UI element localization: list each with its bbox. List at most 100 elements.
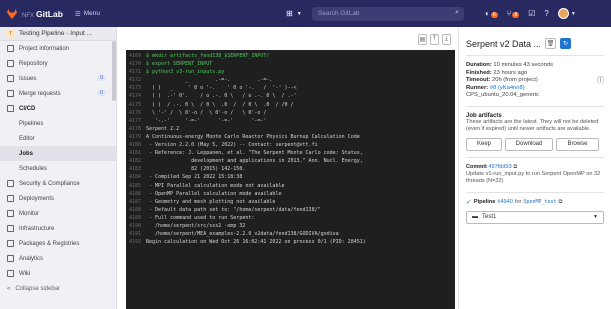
log-line: 4176 \ '-' / \ 0'-o / \ 0'-o / \ 0'-o /	[126, 109, 455, 117]
commit-message: Update v1-run_input.py to run Serpent Op…	[466, 171, 601, 185]
brand-name[interactable]: NFX GitLab	[22, 9, 63, 19]
sidebar-item-analytics[interactable]: Analytics	[0, 251, 116, 266]
main-menu-button[interactable]: ☰ Menu	[75, 10, 100, 18]
log-line-number[interactable]: 4185	[126, 182, 146, 190]
gitlab-logo-icon[interactable]	[6, 8, 18, 20]
sidebar-project-header[interactable]: T Testing Pipeline - Input ...	[0, 27, 116, 41]
issues-nav-button[interactable]: ◐ 6	[485, 9, 498, 18]
scroll-to-top-button[interactable]: ⤒	[430, 34, 439, 45]
download-raw-log-button[interactable]: ▤	[418, 34, 427, 45]
help-icon[interactable]: ⓘ	[597, 77, 604, 85]
runner-link[interactable]: #8 (yKa4nn8)	[490, 85, 525, 91]
log-line-number[interactable]: 4169	[126, 52, 146, 60]
retry-icon: ↻	[563, 41, 569, 47]
sidebar-item-security[interactable]: Security & Compliance	[0, 176, 116, 191]
sidebar-item-label: Deployments	[19, 195, 55, 202]
copy-icon[interactable]: ⧉	[513, 164, 517, 170]
sidebar-item-merge-requests[interactable]: Merge requests 0	[0, 86, 116, 101]
log-line-number[interactable]: 4191	[126, 230, 146, 238]
sidebar-item-label: Merge requests	[19, 90, 61, 97]
hamburger-icon: ☰	[74, 10, 81, 18]
pipeline-id-link[interactable]: #4940	[497, 199, 513, 206]
runner-tag: CPS_ubuntu_20.04_generic	[466, 92, 539, 98]
log-line-number[interactable]: 4184	[126, 173, 146, 181]
user-menu[interactable]: ▼	[557, 8, 576, 19]
log-line-number[interactable]: 4187	[126, 198, 146, 206]
sidebar-subitem-schedules[interactable]: Schedules	[0, 161, 116, 176]
sidebar-item-label: Infrastructure	[19, 225, 55, 232]
log-line-number[interactable]: 4179	[126, 133, 146, 141]
log-line-text: - Full command used to run Serpent:	[146, 214, 255, 221]
log-line-number[interactable]: 4182	[126, 157, 146, 165]
sidebar-item-label: Issues	[19, 75, 37, 82]
sidebar-item-packages[interactable]: Packages & Registries	[0, 236, 116, 251]
log-line-number[interactable]: 4170	[126, 60, 146, 68]
pipeline-ref-link[interactable]: OpenMP_test	[523, 199, 556, 206]
sidebar-item-infrastructure[interactable]: Infrastructure	[0, 221, 116, 236]
log-line: 4183 82 (2015) 142-150.	[126, 165, 455, 173]
log-line-number[interactable]: 4178	[126, 125, 146, 133]
log-line-text: - OpenMP Parallel calculation mode avail…	[146, 190, 282, 197]
finished-row: Finished: 23 hours ago	[466, 70, 604, 78]
log-line: 4189 - Full command used to run Serpent:	[126, 214, 455, 222]
todo-icon[interactable]: ☑	[528, 9, 535, 18]
sidebar-item-monitor[interactable]: Monitor	[0, 206, 116, 221]
log-line-number[interactable]: 4192	[126, 238, 146, 246]
log-line-number[interactable]: 4176	[126, 109, 146, 117]
delete-job-button[interactable]: 🗑	[545, 38, 557, 49]
sidebar-item-issues[interactable]: Issues 0	[0, 71, 116, 86]
log-line-number[interactable]: 4177	[126, 117, 146, 125]
retry-job-button[interactable]: ↻	[560, 38, 572, 49]
log-line: 4185 - MPI Parallel calculation mode not…	[126, 182, 455, 190]
sidebar-subitem-jobs[interactable]: Jobs	[0, 146, 116, 161]
issues-count: 0	[97, 75, 106, 81]
log-line-number[interactable]: 4183	[126, 165, 146, 173]
sidebar-scrollbar[interactable]	[112, 41, 116, 101]
sidebar-item-deployments[interactable]: Deployments	[0, 191, 116, 206]
new-item-dropdown[interactable]: ⊞ ▼	[286, 0, 302, 27]
double-chevron-left-icon: «	[7, 285, 11, 292]
log-line-number[interactable]: 4180	[126, 141, 146, 149]
merge-requests-nav-button[interactable]: ⑂ 8	[507, 9, 520, 18]
log-line-number[interactable]: 4173	[126, 84, 146, 92]
log-line-number[interactable]: 4172	[126, 76, 146, 84]
log-line-number[interactable]: 4174	[126, 92, 146, 100]
log-line-number[interactable]: 4181	[126, 149, 146, 157]
stage-select[interactable]: ▬ Test1 ▼	[466, 210, 604, 224]
collapse-sidebar-button[interactable]: « Collapse sidebar	[0, 281, 116, 296]
project-avatar: T	[6, 29, 15, 38]
rocket-icon	[7, 105, 14, 112]
log-line-number[interactable]: 4189	[126, 214, 146, 222]
log-line: 4190 /home/serpent/src/sss2 -omp 32	[126, 222, 455, 230]
menu-label: Menu	[83, 10, 101, 17]
info-icon	[7, 45, 14, 52]
sidebar-item-repository[interactable]: Repository	[0, 56, 116, 71]
commit-hash-link[interactable]: 497fdd93	[488, 164, 511, 170]
sidebar-item-cicd[interactable]: CI/CD	[0, 101, 116, 116]
log-line-number[interactable]: 4175	[126, 101, 146, 109]
deployments-icon	[7, 195, 14, 202]
sidebar-item-project-information[interactable]: Project information	[0, 41, 116, 56]
browse-artifacts-button[interactable]: Browse	[556, 137, 599, 151]
scroll-to-bottom-button[interactable]: ⤓	[442, 34, 451, 45]
status-passed-icon: ✓	[466, 198, 472, 206]
log-line-number[interactable]: 4186	[126, 190, 146, 198]
help-icon[interactable]: ?	[544, 9, 548, 18]
search-input[interactable]: Search GitLab ⌕	[312, 7, 464, 21]
log-line-text: - Default data path set to: "/home/serpe…	[146, 206, 321, 213]
log-line-number[interactable]: 4188	[126, 206, 146, 214]
download-artifacts-button[interactable]: Download	[505, 137, 553, 151]
sidebar-subitem-pipelines[interactable]: Pipelines	[0, 116, 116, 131]
chevron-down-icon: ▼	[296, 10, 302, 17]
sidebar-subitem-editor[interactable]: Editor	[0, 131, 116, 146]
log-line-number[interactable]: 4171	[126, 68, 146, 76]
sidebar-item-wiki[interactable]: Wiki	[0, 266, 116, 281]
runner-row: Runner: #8 (yKa4nn8)	[466, 85, 604, 93]
shield-icon	[7, 180, 14, 187]
package-icon	[7, 240, 14, 247]
keep-artifacts-button[interactable]: Keep	[466, 137, 502, 151]
mr-count-badge: 8	[512, 12, 520, 18]
copy-icon[interactable]: ⧉	[559, 199, 563, 206]
log-line-number[interactable]: 4190	[126, 222, 146, 230]
log-line-text: $ python3 v3-run_inputs.py	[146, 69, 225, 76]
